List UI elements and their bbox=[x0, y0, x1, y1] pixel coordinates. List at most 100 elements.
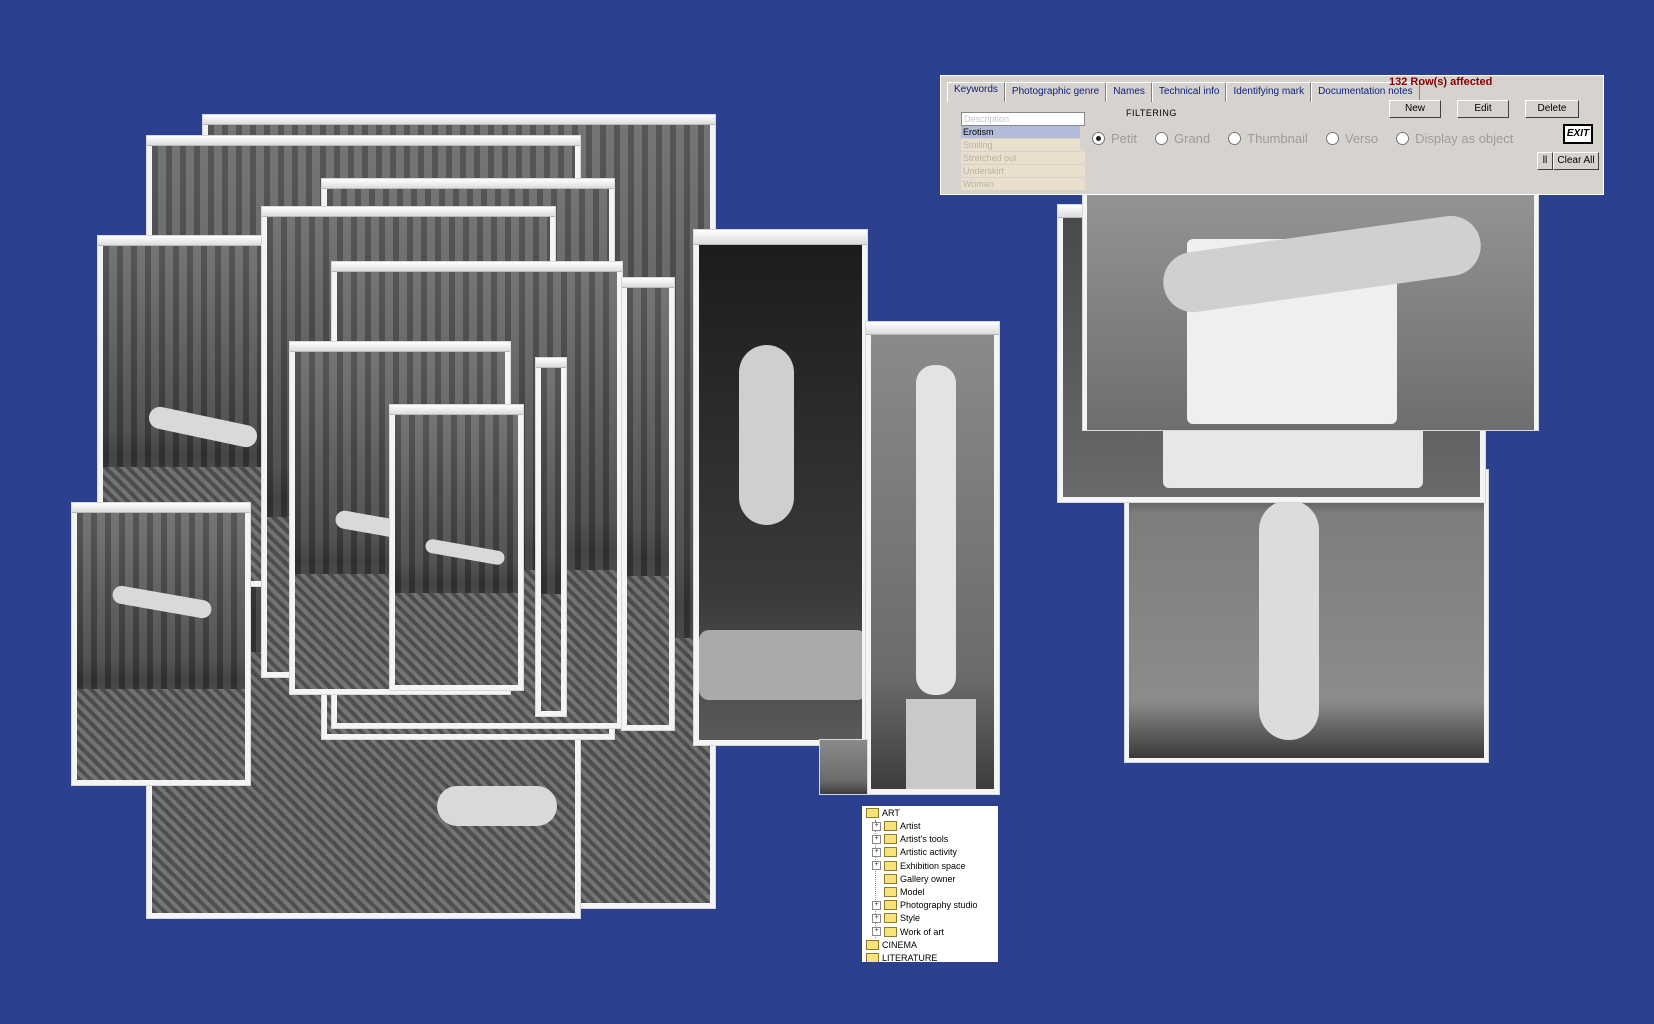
radio-petit[interactable]: Petit bbox=[1092, 131, 1137, 146]
tree-node-child[interactable]: + Exhibition space bbox=[872, 860, 966, 871]
photo-window[interactable] bbox=[72, 503, 250, 785]
radio-label: Verso bbox=[1344, 130, 1379, 146]
edit-button[interactable]: Edit bbox=[1457, 100, 1509, 118]
tree-node-label: Work of art bbox=[900, 926, 944, 937]
tree-node-child[interactable]: + Work of art bbox=[872, 926, 944, 937]
folder-icon bbox=[884, 887, 897, 897]
radio-dot[interactable] bbox=[1396, 131, 1410, 145]
keyword-item[interactable]: Woman bbox=[961, 178, 1085, 191]
window-titlebar[interactable] bbox=[262, 207, 555, 217]
new-button[interactable]: New bbox=[1389, 100, 1441, 118]
tree-node-sibling[interactable]: LITERATURE bbox=[866, 953, 937, 962]
photo-statue bbox=[871, 335, 994, 789]
keyword-item[interactable]: Underskirt bbox=[961, 165, 1085, 178]
tree-node-label: ART bbox=[882, 808, 900, 818]
folder-icon bbox=[866, 953, 879, 962]
radio-thumbnail[interactable]: Thumbnail bbox=[1228, 131, 1308, 146]
expand-icon[interactable]: + bbox=[872, 861, 881, 871]
tree-node-child[interactable]: + Photography studio bbox=[872, 900, 978, 911]
display-options: Petit Grand Thumbnail Verso Display as o… bbox=[1080, 126, 1533, 150]
window-titlebar[interactable] bbox=[203, 115, 715, 125]
photo-reclining bbox=[1087, 154, 1534, 430]
window-titlebar[interactable] bbox=[322, 179, 614, 189]
window-titlebar[interactable] bbox=[72, 503, 250, 513]
radio-grand[interactable]: Grand bbox=[1155, 131, 1210, 146]
tree-node-art[interactable]: ART bbox=[866, 808, 900, 818]
photo-window[interactable] bbox=[622, 278, 674, 730]
radio-label: Grand bbox=[1174, 130, 1211, 146]
expand-icon[interactable]: + bbox=[872, 821, 881, 831]
window-titlebar[interactable] bbox=[866, 322, 999, 335]
folder-icon bbox=[884, 900, 897, 911]
window-titlebar[interactable] bbox=[390, 405, 523, 415]
photo-window[interactable] bbox=[1125, 470, 1488, 762]
window-titlebar[interactable] bbox=[536, 358, 566, 368]
tree-node-child[interactable]: + Artist's tools bbox=[872, 834, 949, 845]
tree-node-label: Gallery owner bbox=[900, 873, 956, 884]
photo-window[interactable] bbox=[536, 358, 566, 716]
clear-all-button[interactable]: Clear All bbox=[1553, 152, 1599, 170]
photo-statue bbox=[820, 740, 867, 794]
keyword-item[interactable]: Erotism bbox=[961, 126, 1085, 139]
folder-icon bbox=[884, 860, 897, 871]
radio-dot[interactable] bbox=[1155, 131, 1169, 145]
window-titlebar[interactable] bbox=[694, 230, 867, 245]
keyword-list-header: Description bbox=[961, 112, 1085, 126]
keyword-item[interactable]: Stretched out bbox=[961, 152, 1085, 165]
window-titlebar[interactable] bbox=[147, 136, 580, 146]
photo-window[interactable] bbox=[694, 230, 867, 745]
keyword-item[interactable]: Smiling bbox=[961, 139, 1085, 152]
folder-icon bbox=[866, 940, 879, 950]
tab-names[interactable]: Names bbox=[1106, 82, 1152, 102]
photo-window[interactable] bbox=[390, 405, 523, 690]
expand-icon[interactable]: + bbox=[872, 927, 881, 937]
all-button[interactable]: ll bbox=[1537, 152, 1553, 170]
expand-icon[interactable]: + bbox=[872, 834, 881, 844]
folder-icon bbox=[884, 873, 897, 884]
tree-node-child[interactable]: + Artist bbox=[872, 821, 921, 831]
delete-button[interactable]: Delete bbox=[1525, 100, 1579, 118]
window-titlebar[interactable] bbox=[290, 342, 510, 352]
photo-acrobat bbox=[627, 288, 669, 725]
radio-label: Petit bbox=[1111, 130, 1138, 146]
tree-node-label: Artist bbox=[900, 821, 921, 831]
window-titlebar[interactable] bbox=[622, 278, 674, 288]
folder-icon bbox=[866, 808, 879, 818]
expand-icon[interactable]: + bbox=[872, 913, 881, 923]
rows-affected-status: 132 Row(s) affected bbox=[1389, 76, 1493, 88]
radio-display-as-object[interactable]: Display as object bbox=[1396, 131, 1513, 146]
tree-node-label: Artist's tools bbox=[900, 834, 949, 845]
filtering-label: FILTERING bbox=[1126, 108, 1177, 118]
tree-node-label: CINEMA bbox=[882, 940, 918, 950]
tab-keywords[interactable]: Keywords bbox=[947, 82, 1005, 102]
photo-model-standing bbox=[1129, 470, 1484, 758]
window-titlebar[interactable] bbox=[98, 236, 278, 246]
tree-node-child[interactable]: + Style bbox=[872, 913, 920, 924]
expand-icon[interactable]: + bbox=[872, 900, 881, 910]
photo-window[interactable] bbox=[866, 322, 999, 794]
tree-node-child[interactable]: + Artistic activity bbox=[872, 847, 957, 858]
folder-icon bbox=[884, 821, 897, 831]
window-titlebar[interactable] bbox=[332, 262, 622, 272]
tree-node-label: Model bbox=[900, 887, 925, 897]
radio-dot[interactable] bbox=[1325, 131, 1339, 145]
folder-icon bbox=[884, 913, 897, 924]
radio-verso[interactable]: Verso bbox=[1325, 130, 1379, 146]
tree-node-sibling[interactable]: CINEMA bbox=[866, 940, 917, 950]
photo-crop[interactable] bbox=[820, 740, 867, 794]
category-tree[interactable]: ART + Artist + Artist's tools + Artistic activ… bbox=[862, 806, 998, 962]
keyword-list[interactable]: Description Erotism Smiling Stretched ou… bbox=[961, 112, 1085, 191]
tree-node-child[interactable]: Model bbox=[872, 887, 925, 897]
tree-node-child[interactable]: Gallery owner bbox=[872, 873, 956, 884]
tree-node-label: Photography studio bbox=[900, 900, 978, 911]
radio-dot[interactable] bbox=[1228, 131, 1242, 145]
tab-technical-info[interactable]: Technical info bbox=[1151, 82, 1227, 102]
tab-photographic-genre[interactable]: Photographic genre bbox=[1004, 82, 1107, 102]
radio-dot[interactable] bbox=[1092, 131, 1105, 145]
radio-label: Display as object bbox=[1415, 130, 1514, 146]
exit-button[interactable]: EXIT bbox=[1563, 124, 1593, 144]
photo-acrobat bbox=[77, 513, 245, 780]
tab-identifying-mark[interactable]: Identifying mark bbox=[1226, 82, 1312, 102]
expand-icon[interactable]: + bbox=[872, 847, 881, 857]
folder-icon bbox=[884, 834, 897, 845]
